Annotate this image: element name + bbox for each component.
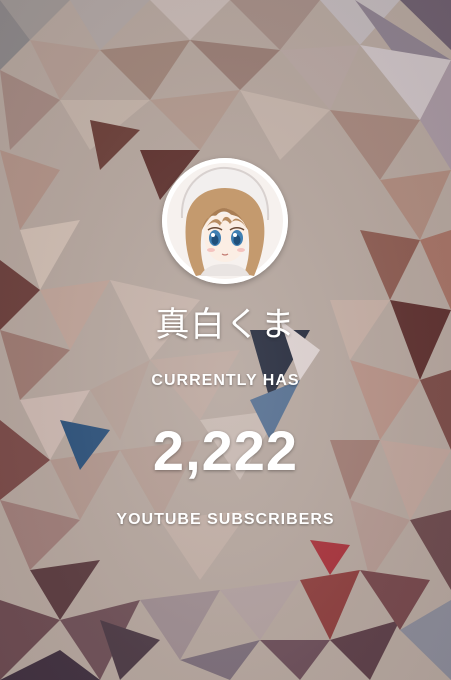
- youtube-subscribers-label: YOUTUBE SUBSCRIBERS: [116, 511, 335, 528]
- card-content: 真白くま CURRENTLY HAS 2,222 YOUTUBE SUBSCRI…: [0, 0, 451, 680]
- subscriber-count-card: 真白くま CURRENTLY HAS 2,222 YOUTUBE SUBSCRI…: [0, 0, 451, 680]
- subscriber-count: 2,222: [152, 419, 299, 482]
- channel-name: 真白くま: [155, 305, 296, 345]
- channel-avatar: [162, 158, 288, 284]
- anime-girl-avatar-icon: [162, 158, 288, 284]
- currently-has-label: CURRENTLY HAS: [151, 372, 300, 389]
